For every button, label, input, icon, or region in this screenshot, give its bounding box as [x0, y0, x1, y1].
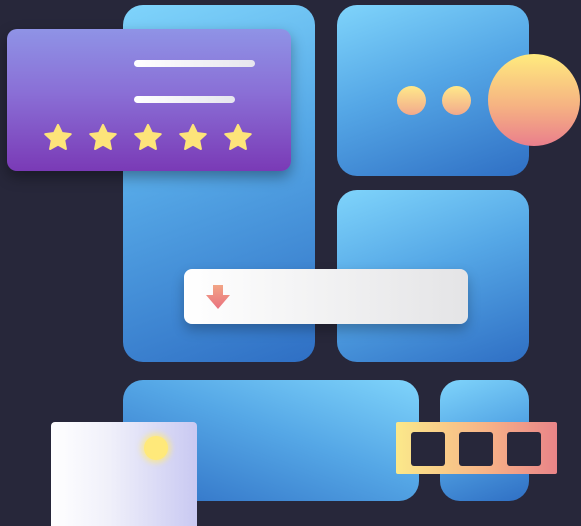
download-arrow-icon[interactable] — [204, 283, 232, 311]
star-icon[interactable] — [222, 122, 254, 154]
star-icon[interactable] — [177, 122, 209, 154]
star-icon[interactable] — [42, 122, 74, 154]
image-placeholder-card — [51, 422, 197, 526]
circle-avatar — [488, 54, 580, 146]
film-frame[interactable] — [459, 432, 493, 466]
text-placeholder-line — [134, 60, 255, 67]
pagination-dot[interactable] — [442, 86, 471, 115]
sun-icon — [144, 436, 168, 460]
film-strip — [396, 422, 557, 474]
star-icon[interactable] — [132, 122, 164, 154]
text-placeholder-line — [134, 96, 235, 103]
download-bar[interactable] — [184, 269, 468, 324]
pagination-dot[interactable] — [397, 86, 426, 115]
star-icon[interactable] — [87, 122, 119, 154]
film-frame[interactable] — [507, 432, 541, 466]
film-frame[interactable] — [411, 432, 445, 466]
rating-card — [7, 29, 291, 171]
